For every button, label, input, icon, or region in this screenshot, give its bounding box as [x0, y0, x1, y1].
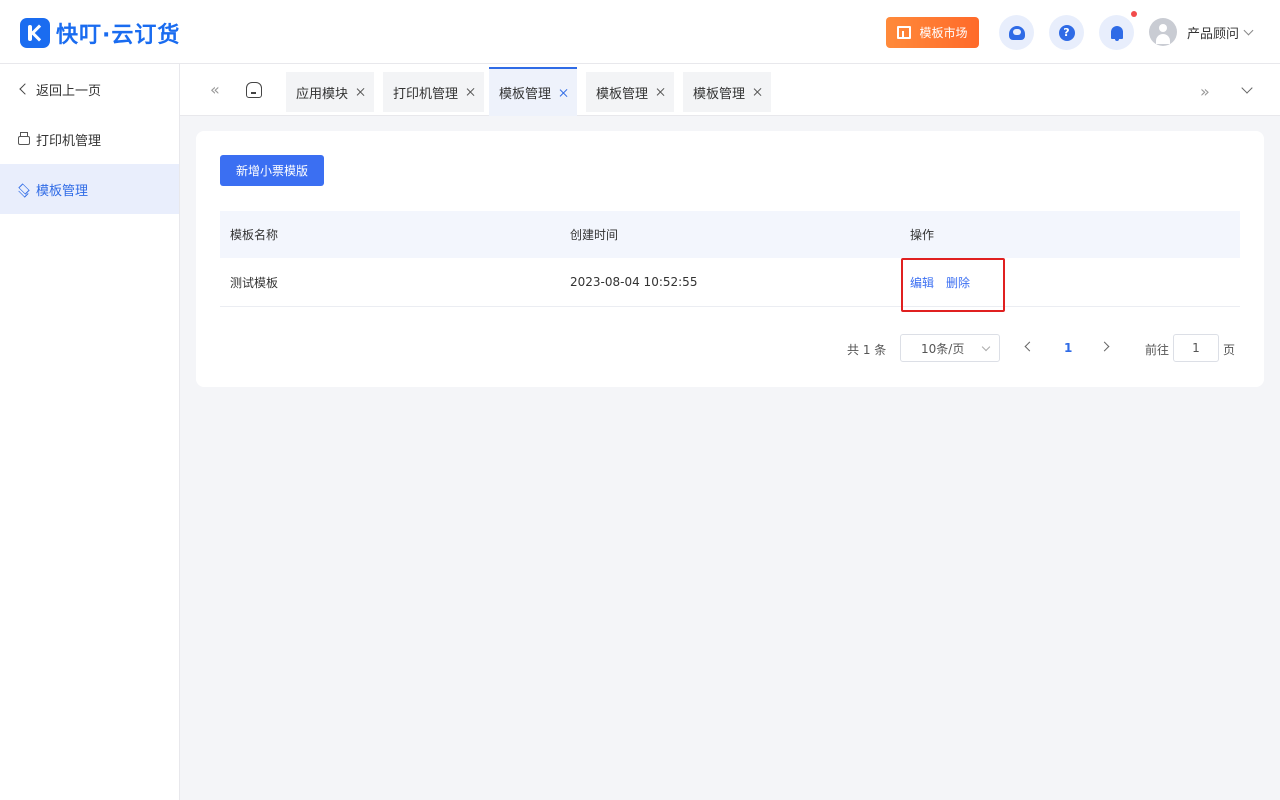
logo[interactable]: 快叮·云订货 — [20, 17, 180, 49]
help-button[interactable]: ? — [1049, 15, 1084, 50]
tab-label: 模板管理 — [693, 86, 746, 102]
tab-template-management[interactable]: 模板管理 — [683, 72, 772, 112]
goto-label: 前往 — [1145, 343, 1170, 357]
sidebar-item-back[interactable]: 返回上一页 — [0, 64, 179, 114]
sidebar-item-label: 模板管理 — [36, 183, 89, 199]
chevron-left-icon — [18, 83, 30, 95]
bell-icon — [1110, 26, 1123, 41]
pagination: 共 1 条 10条/页 1 前往 页 — [196, 334, 1264, 362]
goto-page-input[interactable] — [1173, 334, 1219, 362]
tab-template-management[interactable]: 模板管理 — [586, 72, 675, 112]
template-market-label: 模板市场 — [919, 26, 968, 40]
user-name: 产品顾问 — [1187, 26, 1240, 42]
column-header-created: 创建时间 — [570, 228, 619, 242]
sidebar-item-label: 打印机管理 — [36, 133, 102, 149]
layout-icon — [897, 26, 912, 39]
home-icon[interactable] — [246, 82, 262, 98]
chevron-down-icon — [981, 342, 991, 352]
sidebar-item-template[interactable]: 模板管理 — [0, 164, 179, 214]
tab-label: 应用模块 — [296, 86, 349, 102]
tab-label: 模板管理 — [499, 87, 552, 102]
help-icon: ? — [1058, 24, 1075, 41]
logo-text: 快叮·云订货 — [56, 23, 181, 48]
close-icon[interactable] — [656, 87, 666, 97]
sidebar: 返回上一页 打印机管理 模板管理 — [0, 64, 180, 800]
tab-app-modules[interactable]: 应用模块 — [286, 72, 375, 112]
close-icon[interactable] — [559, 88, 569, 98]
customer-service-icon — [1008, 25, 1025, 40]
scroll-left-icon[interactable]: « — [210, 82, 224, 98]
sidebar-item-printer[interactable]: 打印机管理 — [0, 114, 179, 164]
tab-label: 打印机管理 — [393, 86, 459, 102]
tab-bar: « 应用模块 打印机管理 模板管理 模板管理 模板管理 » — [180, 64, 1280, 116]
page-size-select[interactable]: 10条/页 — [900, 334, 1000, 362]
content-card: 新增小票模版 模板名称 创建时间 操作 测试模板 2023-08-04 10:5… — [196, 131, 1264, 387]
page-unit-label: 页 — [1223, 343, 1236, 357]
tab-printer-management[interactable]: 打印机管理 — [383, 72, 485, 112]
tab-template-management-active[interactable]: 模板管理 — [489, 67, 578, 116]
close-icon[interactable] — [753, 87, 763, 97]
highlight-box — [901, 258, 1005, 312]
prev-page-icon[interactable] — [1024, 341, 1035, 352]
sidebar-item-label: 返回上一页 — [36, 83, 102, 99]
chevron-down-icon — [1243, 25, 1254, 35]
layers-icon — [18, 183, 30, 195]
cell-created-time: 2023-08-04 10:52:55 — [570, 275, 698, 289]
top-header: 快叮·云订货 模板市场 ? 产品顾问 — [0, 0, 1280, 64]
next-page-icon[interactable] — [1099, 341, 1110, 352]
chevron-down-icon[interactable] — [1241, 82, 1253, 94]
cell-template-name: 测试模板 — [230, 275, 279, 290]
column-header-actions: 操作 — [910, 228, 935, 242]
scroll-right-icon[interactable]: » — [1200, 82, 1210, 101]
printer-icon — [18, 132, 30, 145]
logo-icon — [20, 18, 50, 48]
notification-dot — [1131, 11, 1137, 17]
page-number[interactable]: 1 — [1064, 341, 1072, 355]
template-market-button[interactable]: 模板市场 — [886, 17, 979, 48]
table-header: 模板名称 创建时间 操作 — [220, 211, 1240, 258]
notifications-button[interactable] — [1099, 15, 1134, 50]
page-size-value: 10条/页 — [921, 341, 965, 356]
close-icon[interactable] — [356, 87, 366, 97]
column-header-name: 模板名称 — [230, 228, 279, 242]
tab-label: 模板管理 — [596, 86, 649, 102]
template-table: 模板名称 创建时间 操作 测试模板 2023-08-04 10:52:55 编辑… — [220, 211, 1240, 307]
close-icon[interactable] — [466, 87, 476, 97]
add-receipt-template-button[interactable]: 新增小票模版 — [220, 155, 324, 186]
customer-service-button[interactable] — [999, 15, 1034, 50]
user-menu[interactable]: 产品顾问 — [1149, 18, 1254, 46]
avatar — [1149, 18, 1177, 46]
table-row: 测试模板 2023-08-04 10:52:55 编辑 删除 — [220, 258, 1240, 307]
total-count: 共 1 条 — [847, 343, 887, 357]
